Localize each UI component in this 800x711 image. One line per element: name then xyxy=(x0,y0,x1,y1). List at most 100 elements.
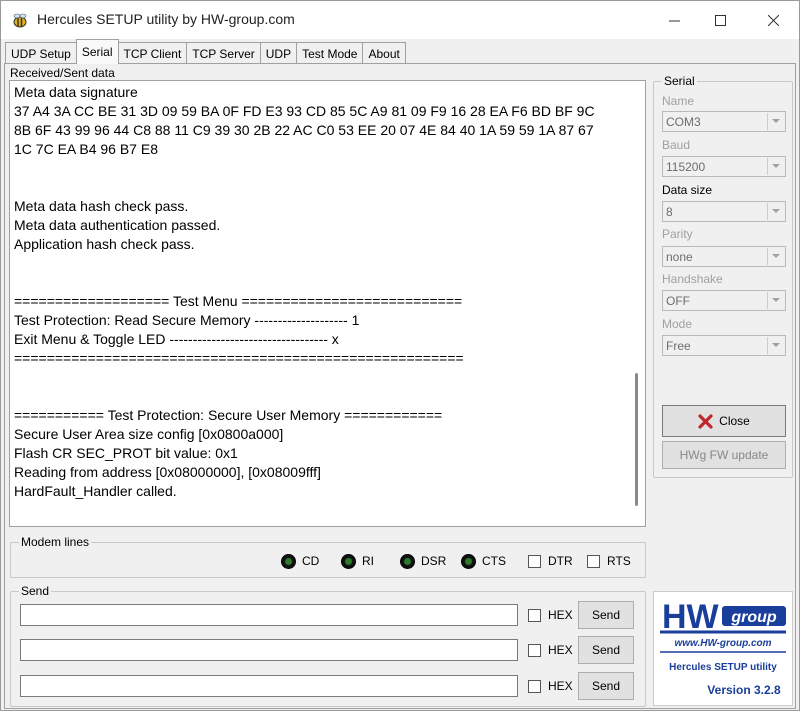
minimize-icon xyxy=(668,20,680,21)
chevron-down-icon[interactable] xyxy=(767,292,784,309)
hex-label-2: HEX xyxy=(548,643,573,657)
port-name-value: COM3 xyxy=(666,115,701,129)
hex-check-box-2[interactable] xyxy=(528,643,541,657)
handshake-select[interactable]: OFF xyxy=(662,290,786,311)
received-line xyxy=(14,159,629,178)
received-sent-label: Received/Sent data xyxy=(10,66,115,80)
send-group-title: Send xyxy=(19,584,52,598)
received-line: Exit Menu & Toggle LED -----------------… xyxy=(14,331,339,347)
data-size-value: 8 xyxy=(666,205,673,219)
received-line: =================== Test Menu ==========… xyxy=(14,293,463,309)
chevron-down-icon[interactable] xyxy=(767,203,784,220)
dsr-indicator: DSR xyxy=(400,553,446,569)
svg-text:group: group xyxy=(730,609,777,626)
cts-label: CTS xyxy=(482,554,506,568)
received-line: HardFault_Handler called. xyxy=(14,483,177,499)
received-data-text: Meta data signature 37 A4 3A CC BE 31 3D … xyxy=(14,83,629,501)
hw-group-logo: HW group www.HW-group.com Hercules SETUP… xyxy=(653,591,793,706)
dsr-led-icon xyxy=(400,553,415,569)
maximize-button[interactable] xyxy=(697,5,743,35)
send-button-1[interactable]: Send xyxy=(578,601,634,629)
hwg-fw-update-button[interactable]: HWg FW update xyxy=(662,441,786,469)
received-line: Application hash check pass. xyxy=(14,236,195,252)
received-line: 8B 6F 43 99 96 44 C8 88 11 C9 39 30 2B 2… xyxy=(14,122,594,138)
red-x-icon xyxy=(698,413,713,429)
send-button-3[interactable]: Send xyxy=(578,672,634,700)
hex-check-box-3[interactable] xyxy=(528,679,541,693)
handshake-value: OFF xyxy=(666,294,690,308)
received-line xyxy=(14,178,629,197)
rts-check-box[interactable] xyxy=(587,554,600,568)
data-size-select[interactable]: 8 xyxy=(662,201,786,222)
send-input-2[interactable] xyxy=(20,639,518,661)
baud-select[interactable]: 115200 xyxy=(662,156,786,177)
close-icon xyxy=(767,14,779,26)
svg-text:HW: HW xyxy=(662,598,720,636)
app-window: Hercules SETUP utility by HW-group.com U… xyxy=(0,0,800,711)
port-name-select[interactable]: COM3 xyxy=(662,111,786,132)
hex-checkbox-1[interactable]: HEX xyxy=(528,608,573,622)
cd-indicator: CD xyxy=(281,553,319,569)
chevron-down-icon[interactable] xyxy=(767,337,784,354)
hex-checkbox-2[interactable]: HEX xyxy=(528,643,573,657)
dtr-label: DTR xyxy=(548,554,573,568)
scrollbar-thumb[interactable] xyxy=(635,373,638,506)
parity-label: Parity xyxy=(662,227,693,241)
mode-select[interactable]: Free xyxy=(662,335,786,356)
version-text: Version 3.2.8 xyxy=(707,683,781,697)
ri-label: RI xyxy=(362,554,374,568)
received-line: Meta data signature xyxy=(14,84,138,100)
handshake-label: Handshake xyxy=(662,272,723,286)
close-port-button[interactable]: Close xyxy=(662,405,786,437)
logo-product-text: Hercules SETUP utility xyxy=(669,662,777,673)
baud-label: Baud xyxy=(662,138,691,152)
parity-select[interactable]: none xyxy=(662,246,786,267)
rts-label: RTS xyxy=(607,554,631,568)
received-data-area[interactable]: Meta data signature 37 A4 3A CC BE 31 3D … xyxy=(9,80,646,527)
tab-about[interactable]: About xyxy=(362,42,406,64)
ri-led-icon xyxy=(341,553,356,569)
modem-lines-title: Modem lines xyxy=(19,535,92,549)
hw-group-logo-graphic: HW group www.HW-group.com Hercules SETUP… xyxy=(658,598,788,697)
title-bar[interactable]: Hercules SETUP utility by HW-group.com xyxy=(1,1,799,39)
tab-udp-setup[interactable]: UDP Setup xyxy=(5,42,77,64)
tab-serial[interactable]: Serial xyxy=(75,39,119,64)
name-label: Name xyxy=(662,94,695,108)
received-line: Flash CR SEC_PROT bit value: 0x1 xyxy=(14,445,238,461)
hex-checkbox-3[interactable]: HEX xyxy=(528,679,573,693)
chevron-down-icon[interactable] xyxy=(767,248,784,265)
rts-checkbox[interactable]: RTS xyxy=(587,553,631,569)
hex-label-1: HEX xyxy=(548,608,573,622)
minimize-button[interactable] xyxy=(651,5,697,35)
serial-group-title: Serial xyxy=(662,74,697,88)
bee-app-icon xyxy=(13,13,27,28)
dtr-checkbox[interactable]: DTR xyxy=(528,553,573,569)
received-line xyxy=(14,368,629,387)
send-button-2[interactable]: Send xyxy=(578,636,634,664)
tab-tcp-server[interactable]: TCP Server xyxy=(186,42,261,64)
tab-bar: UDP Setup Serial TCP Client TCP Server U… xyxy=(5,39,406,64)
received-line: Meta data authentication passed. xyxy=(14,217,221,233)
close-window-button[interactable] xyxy=(750,5,796,35)
received-line: Reading from address [0x08000000], [0x08… xyxy=(14,464,321,480)
logo-url-text: www.HW-group.com xyxy=(674,638,771,649)
cts-led-icon xyxy=(461,553,476,569)
cd-led-icon xyxy=(281,553,296,569)
tab-test-mode[interactable]: Test Mode xyxy=(296,42,364,64)
chevron-down-icon[interactable] xyxy=(767,113,784,130)
chevron-down-icon[interactable] xyxy=(767,158,784,175)
hex-check-box-1[interactable] xyxy=(528,608,541,622)
send-input-3[interactable] xyxy=(20,675,518,697)
close-port-label: Close xyxy=(719,414,750,428)
maximize-icon xyxy=(714,14,726,26)
send-input-1[interactable] xyxy=(20,604,518,626)
dtr-check-box[interactable] xyxy=(528,554,541,568)
parity-value: none xyxy=(666,250,693,264)
tab-tcp-client[interactable]: TCP Client xyxy=(117,42,188,64)
received-scrollbar[interactable] xyxy=(628,81,645,526)
tab-udp[interactable]: UDP xyxy=(259,42,298,64)
received-line: 37 A4 3A CC BE 31 3D 09 59 BA 0F FD E3 9… xyxy=(14,103,595,119)
data-size-label: Data size xyxy=(662,183,713,197)
received-line: ========================================… xyxy=(14,350,464,366)
received-line: Meta data hash check pass. xyxy=(14,198,189,214)
